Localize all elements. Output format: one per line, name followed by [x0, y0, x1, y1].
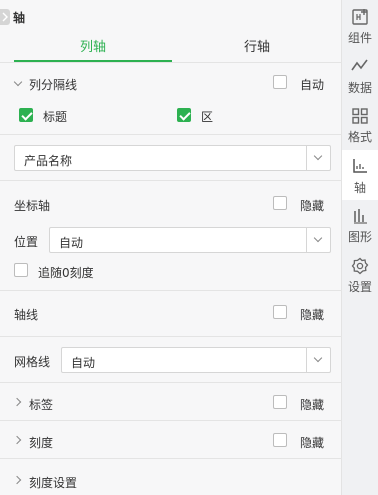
title-checkbox-label: 标题	[43, 110, 68, 124]
labels-hide-label: 隐藏	[300, 398, 325, 412]
axis-settings-panel: 轴 列轴 行轴 列分隔线 自动 标题 区 产品名称 坐标轴 隐藏 位置 自动 追…	[0, 0, 342, 495]
chevron-down-icon	[313, 353, 323, 363]
collapse-panel-handle[interactable]	[0, 9, 10, 25]
column-separator-auto-label: 自动	[300, 78, 325, 92]
ticks-section-label: 刻度	[29, 436, 54, 450]
follow-zero-checkbox[interactable]	[14, 263, 28, 277]
sidebar-item-format[interactable]: 格式	[342, 104, 378, 152]
sidebar-item-label: 轴	[353, 181, 366, 195]
sidebar-item-settings[interactable]: 设置	[342, 254, 378, 300]
sidebar-item-label: 设置	[347, 280, 372, 294]
ticks-hide-label: 隐藏	[300, 436, 325, 450]
position-label: 位置	[14, 235, 39, 249]
area-checkbox[interactable]	[177, 108, 191, 122]
sidebar-item-label: 格式	[347, 130, 372, 144]
area-checkbox-label: 区	[201, 110, 214, 124]
position-select-caret[interactable]	[306, 228, 330, 252]
divider	[0, 336, 342, 337]
position-select-value: 自动	[59, 236, 84, 250]
column-separator-auto-checkbox[interactable]	[273, 75, 287, 89]
chevron-right-icon	[12, 435, 22, 445]
divider	[0, 290, 342, 291]
grid-line-select[interactable]: 自动	[61, 347, 331, 373]
sidebar-item-graphic[interactable]: 图形	[342, 204, 378, 250]
grid-line-select-value: 自动	[71, 356, 96, 370]
field-select[interactable]: 产品名称	[14, 145, 331, 171]
field-select-value: 产品名称	[24, 154, 73, 168]
tab-column-axis[interactable]: 列轴	[14, 36, 172, 62]
field-select-caret[interactable]	[306, 146, 330, 170]
sidebar-item-data[interactable]: 数据	[342, 52, 378, 100]
chevron-down-icon	[13, 77, 23, 87]
tick-settings-label: 刻度设置	[29, 476, 78, 490]
divider	[0, 382, 342, 383]
divider	[0, 420, 342, 421]
graphic-icon	[354, 209, 367, 224]
component-icon	[352, 9, 368, 25]
sidebar-item-component[interactable]: 组件	[342, 0, 378, 48]
chevron-right-icon	[12, 397, 22, 407]
sidebar-item-label: 数据	[347, 81, 372, 95]
axis-icon	[353, 159, 367, 173]
panel-title: 轴	[13, 11, 26, 25]
sidebar-item-label: 图形	[347, 230, 372, 244]
axis-line-hide-checkbox[interactable]	[273, 305, 287, 319]
chevron-right-icon	[12, 475, 22, 485]
sidebar-item-axis[interactable]: 轴	[342, 150, 378, 200]
tab-divider	[0, 62, 342, 63]
tab-row-axis[interactable]: 行轴	[172, 36, 342, 62]
coordinate-axis-hide-label: 隐藏	[300, 199, 325, 213]
follow-zero-label: 追随0刻度	[38, 266, 94, 280]
coordinate-axis-hide-checkbox[interactable]	[273, 196, 287, 210]
position-select[interactable]: 自动	[49, 227, 331, 253]
divider	[0, 458, 342, 459]
ticks-hide-checkbox[interactable]	[273, 433, 287, 447]
settings-icon	[351, 257, 369, 275]
divider	[0, 180, 342, 181]
labels-section-label: 标签	[29, 398, 54, 412]
labels-hide-checkbox[interactable]	[273, 395, 287, 409]
grid-line-select-caret[interactable]	[306, 348, 330, 372]
chevron-right-icon	[2, 12, 8, 22]
title-checkbox[interactable]	[19, 108, 33, 122]
data-icon	[351, 59, 368, 71]
chevron-down-icon	[313, 233, 323, 243]
divider	[0, 134, 342, 135]
format-icon	[352, 108, 368, 124]
right-sidebar: 组件 数据 格式 轴 图形 设置	[342, 0, 378, 495]
axis-line-hide-label: 隐藏	[300, 308, 325, 322]
grid-line-label: 网格线	[14, 355, 51, 369]
coordinate-axis-label: 坐标轴	[14, 199, 51, 213]
column-separator-label: 列分隔线	[29, 78, 78, 92]
chevron-down-icon	[313, 151, 323, 161]
axis-line-label: 轴线	[14, 308, 39, 322]
sidebar-item-label: 组件	[347, 31, 372, 45]
